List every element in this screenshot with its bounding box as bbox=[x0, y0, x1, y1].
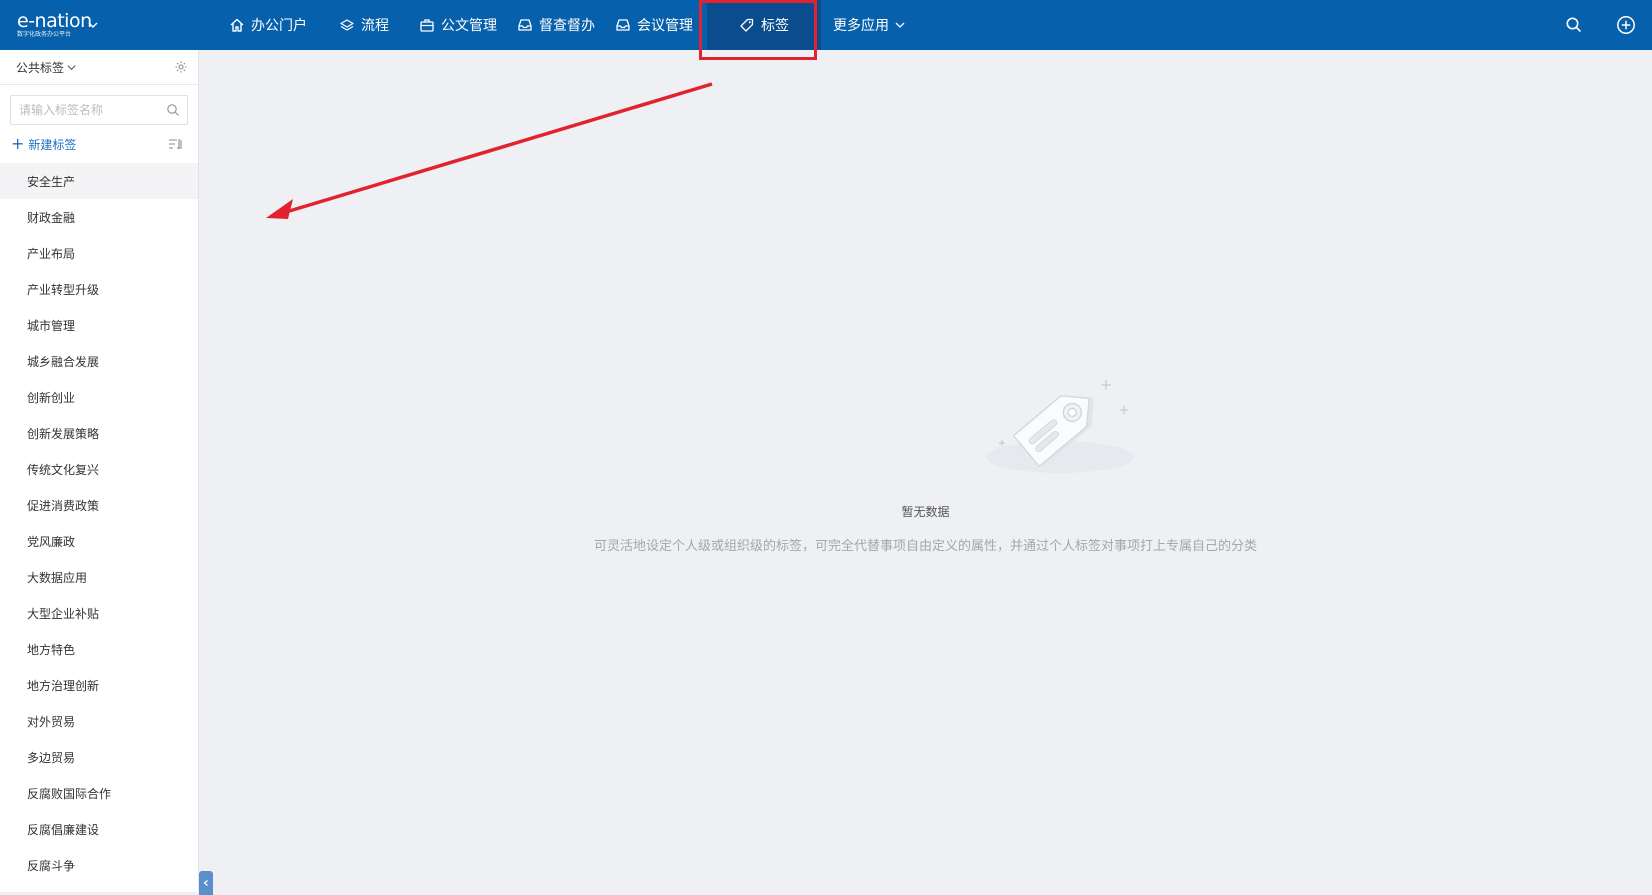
app-logo[interactable]: e-nation 数字化政务办公平台 bbox=[0, 0, 212, 50]
new-tag-button[interactable]: + 新建标签 bbox=[11, 136, 76, 153]
search-icon bbox=[1566, 17, 1582, 33]
logo-text: e-nation bbox=[17, 10, 92, 32]
tag-list-item-label: 财政金融 bbox=[27, 210, 76, 225]
plus-circle-icon bbox=[1617, 16, 1635, 34]
empty-state-title: 暂无数据 bbox=[901, 505, 950, 519]
nav-item-documents[interactable]: 公文管理 bbox=[399, 0, 507, 50]
tag-list-item-label: 城乡融合发展 bbox=[27, 354, 100, 369]
plus-icon: + bbox=[11, 134, 25, 153]
empty-state-description: 可灵活地设定个人级或组织级的标签，可完全代替事项自由定义的属性，并通过个人标签对… bbox=[593, 539, 1257, 554]
tag-scope-label: 公共标签 bbox=[16, 60, 65, 75]
tag-list-item[interactable]: 产业转型升级 bbox=[0, 271, 198, 307]
sidebar-header: 公共标签 bbox=[0, 50, 198, 85]
nav-item-tags[interactable]: 标签 bbox=[707, 0, 821, 50]
settings-icon[interactable] bbox=[174, 60, 188, 74]
tag-list-item-label: 产业布局 bbox=[27, 246, 76, 261]
tag-list-item-label: 大型企业补贴 bbox=[27, 606, 100, 621]
tag-content-area: 暂无数据 可灵活地设定个人级或组织级的标签，可完全代替事项自由定义的属性，并通过… bbox=[199, 50, 1652, 892]
tag-list-item[interactable]: 促进消费政策 bbox=[0, 487, 198, 523]
tag-scope-dropdown[interactable]: 公共标签 bbox=[16, 59, 77, 76]
tag-list-item-label: 传统文化复兴 bbox=[27, 462, 100, 477]
tag-list-item-label: 安全生产 bbox=[27, 174, 76, 189]
tag-list-item[interactable]: 大数据应用 bbox=[0, 559, 198, 595]
tag-list-item-label: 产业转型升级 bbox=[27, 282, 100, 297]
tag-list-item[interactable]: 反腐斗争 bbox=[0, 847, 198, 883]
home-icon bbox=[230, 18, 244, 32]
tag-list-item[interactable]: 地方特色 bbox=[0, 631, 198, 667]
search-icon[interactable] bbox=[166, 103, 180, 117]
top-navigation-bar: e-nation 数字化政务办公平台 办公门户 流程 公文管理 督查督办 会议管… bbox=[0, 0, 1652, 50]
tag-icon bbox=[740, 18, 754, 32]
tag-list-item[interactable]: 多边贸易 bbox=[0, 739, 198, 775]
tag-list-item-label: 创新创业 bbox=[27, 390, 76, 405]
empty-tag-illustration bbox=[986, 380, 1134, 473]
tag-list-item[interactable]: 大型企业补贴 bbox=[0, 595, 198, 631]
tag-list-item[interactable]: 党风廉政 bbox=[0, 523, 198, 559]
tag-list-item[interactable]: 产业布局 bbox=[0, 235, 198, 271]
tag-sidebar: 公共标签 + 新建标签 安全生产财政金融产业布局产业转型升级城市管理城乡融合发展… bbox=[0, 50, 199, 892]
briefcase-icon bbox=[420, 19, 434, 32]
tag-search-input[interactable] bbox=[19, 103, 159, 117]
nav-item-label: 办公门户 bbox=[251, 18, 307, 34]
nav-item-label: 更多应用 bbox=[833, 18, 889, 34]
chevron-down-icon bbox=[895, 22, 905, 28]
tag-list-item-label: 多边贸易 bbox=[27, 750, 76, 765]
tag-list: 安全生产财政金融产业布局产业转型升级 城市管理城乡融合发展 创新创业创新发展策略 传统… bbox=[0, 163, 198, 883]
nav-item-label: 公文管理 bbox=[441, 18, 497, 34]
tag-list-item-label: 反腐败国际合作 bbox=[27, 786, 112, 801]
nav-item-label: 督查督办 bbox=[539, 18, 595, 34]
tag-list-item[interactable]: 反腐败国际合作 bbox=[0, 775, 198, 811]
nav-item-label: 流程 bbox=[361, 18, 389, 34]
tag-list-item[interactable]: 地方治理创新 bbox=[0, 667, 198, 703]
nav-item-portal[interactable]: 办公门户 bbox=[212, 0, 317, 50]
nav-item-more-apps[interactable]: 更多应用 bbox=[821, 0, 916, 50]
nav-item-supervision[interactable]: 督查督办 bbox=[507, 0, 605, 50]
tag-list-item[interactable]: 创新发展策略 bbox=[0, 415, 198, 451]
logo-subtext: 数字化政务办公平台 bbox=[17, 31, 72, 38]
nav-item-flow[interactable]: 流程 bbox=[317, 0, 399, 50]
sidebar-actions: + 新建标签 bbox=[0, 125, 198, 163]
main-nav: 办公门户 流程 公文管理 督查督办 会议管理 标签 更多应用 bbox=[212, 0, 916, 50]
tag-list-item-label: 反腐斗争 bbox=[27, 858, 76, 873]
tag-list-item-label: 对外贸易 bbox=[27, 714, 76, 729]
sort-icon[interactable] bbox=[168, 137, 182, 151]
tag-list-item[interactable]: 创新创业 bbox=[0, 379, 198, 415]
tag-list-item[interactable]: 传统文化复兴 bbox=[0, 451, 198, 487]
nav-item-label: 会议管理 bbox=[637, 18, 693, 34]
tag-list-item-label: 地方治理创新 bbox=[27, 678, 100, 693]
chevron-down-icon[interactable] bbox=[87, 19, 99, 31]
tag-list-item-label: 大数据应用 bbox=[27, 570, 88, 585]
layers-icon bbox=[340, 19, 354, 31]
create-button[interactable] bbox=[1600, 0, 1652, 50]
tag-list-item-label: 党风廉政 bbox=[27, 534, 76, 549]
tag-list-item-label: 创新发展策略 bbox=[27, 426, 100, 441]
nav-item-meetings[interactable]: 会议管理 bbox=[605, 0, 707, 50]
tag-list-item[interactable]: 反腐倡廉建设 bbox=[0, 811, 198, 847]
tag-list-item-label: 促进消费政策 bbox=[27, 498, 100, 513]
tag-list-item-label: 城市管理 bbox=[27, 318, 76, 333]
search-button[interactable] bbox=[1548, 0, 1600, 50]
tag-list-item-label: 地方特色 bbox=[27, 642, 76, 657]
tag-list-item[interactable]: 财政金融 bbox=[0, 199, 198, 235]
inbox-icon bbox=[616, 19, 630, 31]
tag-list-item[interactable]: 对外贸易 bbox=[0, 703, 198, 739]
tag-search-box bbox=[10, 95, 188, 125]
inbox-icon bbox=[518, 19, 532, 31]
nav-item-label: 标签 bbox=[761, 18, 789, 34]
tag-list-item-label: 反腐倡廉建设 bbox=[27, 822, 100, 837]
chevron-down-icon bbox=[67, 64, 76, 70]
tag-list-item[interactable]: 城市管理 bbox=[0, 307, 198, 343]
new-tag-label: 新建标签 bbox=[28, 137, 77, 152]
tag-list-item[interactable]: 城乡融合发展 bbox=[0, 343, 198, 379]
topbar-actions bbox=[1548, 0, 1652, 50]
tag-list-item[interactable]: 安全生产 bbox=[0, 163, 198, 199]
